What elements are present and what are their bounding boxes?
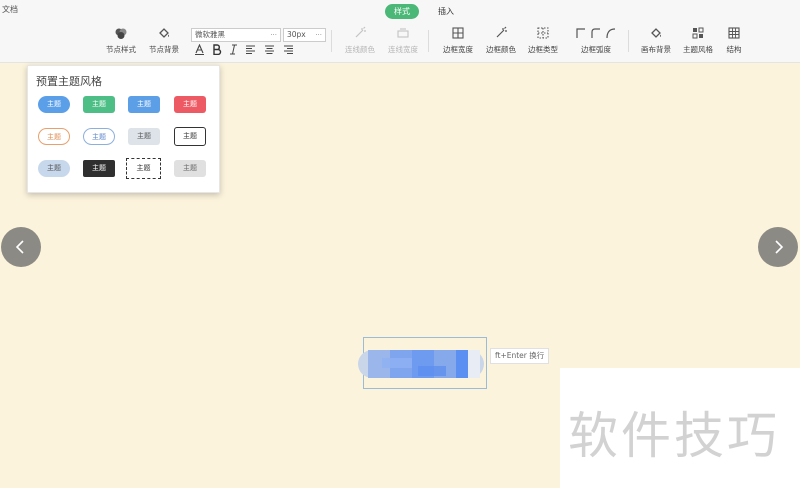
theme-option-gray[interactable]: 主题 (128, 128, 160, 145)
border-color-button[interactable]: 边框颜色 (481, 26, 521, 55)
bold-button[interactable] (211, 44, 222, 55)
font-color-button[interactable] (194, 44, 205, 55)
border-width-button[interactable]: 边框宽度 (438, 26, 478, 55)
font-family-select[interactable]: 微软雅黑 ··· (191, 28, 281, 42)
structure-button[interactable]: 结构 (714, 26, 754, 55)
corner-radius-icon (576, 28, 616, 39)
blurred-node[interactable] (358, 346, 488, 382)
tab-insert[interactable]: 插入 (429, 4, 463, 19)
font-size-dropdown-icon: ··· (315, 31, 322, 39)
structure-icon (728, 27, 740, 39)
magic-wand-icon (496, 26, 507, 38)
border-radius-button[interactable]: 边框弧度 (573, 26, 619, 55)
border-color-label: 边框颜色 (486, 45, 516, 54)
paint-bucket-icon (651, 28, 661, 38)
italic-button[interactable] (228, 44, 239, 55)
line-width-icon (397, 28, 409, 38)
font-family-value: 微软雅黑 (195, 30, 225, 39)
theme-option-green[interactable]: 主题 (83, 96, 115, 113)
theme-option-blue-outline[interactable]: 主题 (83, 128, 115, 145)
align-center-button[interactable] (264, 44, 275, 55)
font-size-value: 30px (287, 30, 306, 39)
theme-option-dashed[interactable]: 主题 (126, 158, 161, 179)
border-grid-icon (452, 27, 464, 39)
border-radius-label: 边框弧度 (581, 45, 611, 54)
font-size-select[interactable]: 30px ··· (283, 28, 326, 42)
chevron-left-icon (15, 240, 24, 254)
border-type-label: 边框类型 (528, 45, 558, 54)
align-right-button[interactable] (283, 44, 294, 55)
watermark: 软件技巧 (560, 368, 800, 488)
theme-option-blue[interactable]: 主题 (128, 96, 160, 113)
document-label: 文档 (2, 5, 18, 14)
structure-label: 结构 (726, 45, 742, 54)
magic-wand-icon (355, 26, 366, 38)
canvas-background-button[interactable]: 画布背景 (636, 26, 676, 55)
font-family-dropdown-icon: ··· (270, 31, 277, 39)
toolbar: 文档 样式 插入 节点样式 节点背景 微软雅黑 ··· 30px ··· 连线颜… (0, 0, 800, 63)
node-background-label: 节点背景 (149, 45, 179, 54)
node-background-button[interactable]: 节点背景 (144, 26, 184, 55)
align-center-icon (265, 45, 274, 54)
font-color-icon (195, 44, 204, 55)
align-left-icon (246, 45, 255, 54)
theme-option-orange-outline[interactable]: 主题 (38, 128, 70, 145)
theme-option-red[interactable]: 主题 (174, 96, 206, 113)
theme-option-light-gray[interactable]: 主题 (174, 160, 206, 177)
node-style-icon (115, 28, 127, 39)
canvas-background-label: 画布背景 (641, 45, 671, 54)
watermark-text: 软件技巧 (568, 407, 780, 465)
theme-icon (692, 27, 704, 39)
tab-style[interactable]: 样式 (385, 4, 419, 19)
node-style-label: 节点样式 (106, 45, 136, 54)
italic-icon (230, 44, 237, 55)
border-dotted-icon (537, 27, 549, 39)
toolbar-separator (331, 30, 332, 52)
theme-style-label: 主题风格 (683, 45, 713, 54)
theme-style-button[interactable]: 主题风格 (678, 26, 718, 55)
paint-bucket-icon (159, 28, 169, 38)
theme-panel-title: 预置主题风格 (36, 75, 102, 88)
toolbar-separator (428, 30, 429, 52)
line-color-label: 连线颜色 (345, 45, 375, 54)
align-right-icon (284, 45, 293, 54)
align-left-button[interactable] (245, 44, 256, 55)
theme-option-dark-outline[interactable]: 主题 (174, 127, 206, 146)
bold-icon (213, 44, 222, 55)
line-break-hint: ft+Enter 换行 (490, 348, 550, 364)
theme-panel: 预置主题风格 主题 主题 主题 主题 主题 主题 主题 主题 主题 主题 主题 … (27, 65, 220, 193)
border-type-button[interactable]: 边框类型 (523, 26, 563, 55)
chevron-right-icon (775, 240, 784, 254)
node-style-button[interactable]: 节点样式 (101, 26, 141, 55)
theme-option-black[interactable]: 主题 (83, 160, 115, 177)
line-width-label: 连线宽度 (388, 45, 418, 54)
line-color-button[interactable]: 连线颜色 (340, 26, 380, 55)
previous-slide-button[interactable] (1, 227, 41, 267)
tab-bar: 样式 插入 (385, 4, 463, 19)
theme-option-blue-rounded[interactable]: 主题 (38, 96, 70, 113)
next-slide-button[interactable] (758, 227, 798, 267)
line-width-button[interactable]: 连线宽度 (383, 26, 423, 55)
theme-option-light-blue[interactable]: 主题 (38, 160, 70, 177)
border-width-label: 边框宽度 (443, 45, 473, 54)
toolbar-separator (628, 30, 629, 52)
